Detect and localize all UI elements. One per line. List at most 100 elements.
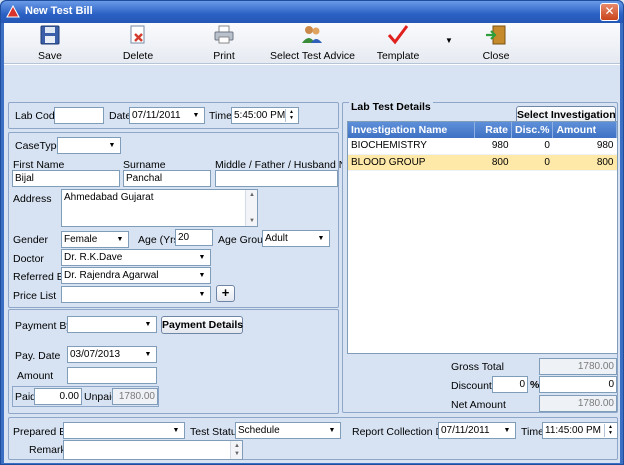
paid-unpaid-group: Paid 0.00 Unpaid 1780.00: [12, 386, 159, 407]
address-scrollbar[interactable]: ▲ ▼: [245, 190, 257, 226]
report-collection-date-value: 07/11/2011: [441, 425, 490, 436]
form-area: Lab Code Date 07/11/2011 ▼ Time 5:45:00 …: [4, 65, 620, 463]
column-header-amount[interactable]: Amount: [552, 122, 617, 138]
users-icon: [302, 26, 322, 43]
template-dropdown-icon[interactable]: ▼: [445, 36, 453, 45]
discount-percent-input[interactable]: 0: [492, 376, 528, 393]
close-window-button[interactable]: ✕: [600, 3, 619, 21]
doctor-select[interactable]: Dr. R.K.Dave ▼: [61, 249, 211, 266]
chevron-down-icon[interactable]: ▼: [195, 288, 209, 301]
investigation-name-cell: BIOCHEMISTRY: [348, 138, 475, 155]
footer-panel: Prepared By ▼ Test Status Schedule ▼ Rep…: [8, 417, 618, 460]
print-label: Print: [213, 50, 235, 62]
address-input[interactable]: Ahmedabad Gujarat ▲ ▼: [61, 189, 258, 227]
add-price-list-button[interactable]: +: [216, 285, 235, 302]
date-picker[interactable]: 07/11/2011 ▼: [129, 107, 205, 124]
chevron-down-icon[interactable]: ▼: [500, 424, 514, 437]
referred-by-value: Dr. Rajendra Agarwal: [64, 270, 159, 281]
exit-door-icon: [486, 25, 506, 45]
amount-cell: 980: [552, 138, 617, 155]
document-delete-icon: [130, 25, 145, 44]
gross-total-label: Gross Total: [451, 361, 504, 373]
template-button[interactable]: Template: [374, 24, 422, 64]
report-time-label: Time: [521, 426, 544, 438]
lab-code-input[interactable]: [54, 107, 104, 124]
select-test-advice-button[interactable]: Select Test Advice: [270, 24, 355, 64]
remark-scrollbar[interactable]: ▲ ▼: [230, 441, 242, 459]
column-header-rate[interactable]: Rate: [474, 122, 513, 138]
chevron-down-icon[interactable]: ▼: [141, 348, 155, 361]
column-header-disc[interactable]: Disc.%: [511, 122, 554, 138]
remark-label: Remark: [29, 444, 66, 456]
window-title: New Test Bill: [25, 5, 93, 17]
disc-cell: 0: [511, 138, 553, 155]
test-status-value: Schedule: [238, 425, 280, 436]
save-button[interactable]: Save: [32, 24, 68, 64]
net-amount-value: 1780.00: [539, 395, 617, 412]
column-header-investigation[interactable]: Investigation Name: [348, 122, 475, 138]
title-bar[interactable]: New Test Bill ✕: [1, 1, 623, 23]
amount-input[interactable]: [67, 367, 157, 384]
discount-label: Discount: [451, 380, 492, 392]
table-row[interactable]: BLOOD GROUP 800 0 800: [348, 154, 617, 171]
chevron-down-icon[interactable]: ▼: [325, 424, 339, 437]
test-status-select[interactable]: Schedule ▼: [235, 422, 341, 439]
payment-by-select[interactable]: ▼: [67, 316, 157, 333]
disc-cell: 0: [511, 154, 553, 171]
remark-input[interactable]: ▲ ▼: [63, 440, 243, 460]
chevron-down-icon[interactable]: ▼: [113, 233, 127, 246]
gross-total-value: 1780.00: [539, 358, 617, 375]
gender-value: Female: [64, 234, 98, 245]
payment-panel: Payment By ▼ Payment Details Pay. Date 0…: [8, 309, 339, 414]
casetype-select[interactable]: ▼: [57, 137, 121, 154]
chevron-down-icon[interactable]: ▼: [195, 269, 209, 282]
age-input[interactable]: 20: [175, 229, 213, 246]
spinner-icon[interactable]: ▲ ▼: [285, 109, 297, 122]
price-list-select[interactable]: ▼: [61, 286, 211, 303]
close-label: Close: [482, 50, 510, 62]
patient-panel: CaseType ▼ First Name Bijal Surname Panc…: [8, 132, 367, 308]
pay-date-value: 03/07/2013: [70, 349, 121, 360]
investigation-name-cell: BLOOD GROUP: [348, 154, 475, 171]
chevron-down-icon[interactable]: ▼: [105, 139, 119, 152]
surname-input[interactable]: Panchal: [123, 170, 211, 187]
amount-cell: 800: [552, 154, 617, 171]
paid-input[interactable]: 0.00: [34, 388, 82, 405]
save-label: Save: [38, 50, 62, 62]
time-value: 5:45:00 PM: [234, 110, 286, 121]
gender-select[interactable]: Female ▼: [61, 231, 129, 248]
chevron-down-icon[interactable]: ▼: [195, 251, 209, 264]
report-time-input[interactable]: 11:45:00 PM ▲ ▼: [542, 422, 618, 439]
chevron-down-icon[interactable]: ▼: [314, 232, 328, 245]
age-group-value: Adult: [265, 233, 288, 244]
chevron-down-icon[interactable]: ▼: [141, 318, 155, 331]
chevron-down-icon[interactable]: ▼: [169, 424, 183, 437]
print-button[interactable]: Print: [204, 24, 244, 64]
payment-by-label: Payment By: [15, 320, 72, 332]
lab-code-panel: Lab Code Date 07/11/2011 ▼ Time 5:45:00 …: [8, 102, 339, 129]
prepared-by-select[interactable]: ▼: [63, 422, 185, 439]
time-input[interactable]: 5:45:00 PM ▲ ▼: [231, 107, 299, 124]
client-area: Save Delete Print Select Test Advice Tem…: [4, 23, 620, 463]
casetype-label: CaseType: [15, 140, 63, 152]
chevron-down-icon[interactable]: ▼: [189, 109, 203, 122]
report-collection-date-picker[interactable]: 07/11/2011 ▼: [438, 422, 516, 439]
table-row[interactable]: BIOCHEMISTRY 980 0 980: [348, 138, 617, 155]
referred-by-select[interactable]: Dr. Rajendra Agarwal ▼: [61, 267, 211, 284]
address-value: Ahmedabad Gujarat: [64, 192, 154, 203]
date-label: Date: [109, 110, 132, 122]
percent-symbol: %: [530, 379, 540, 391]
discount-amount-input[interactable]: 0: [539, 376, 617, 393]
age-group-select[interactable]: Adult ▼: [262, 230, 330, 247]
address-label: Address: [13, 193, 52, 205]
payment-details-button[interactable]: Payment Details: [161, 316, 243, 334]
spinner-icon[interactable]: ▲ ▼: [604, 424, 616, 437]
delete-button[interactable]: Delete: [118, 24, 158, 64]
floppy-disk-icon: [40, 25, 60, 45]
investigation-grid[interactable]: Investigation Name Rate Disc.% Amount BI…: [347, 121, 618, 354]
first-name-input[interactable]: Bijal: [12, 170, 120, 187]
close-button[interactable]: Close: [478, 24, 514, 64]
pay-date-picker[interactable]: 03/07/2013 ▼: [67, 346, 157, 363]
pay-date-label: Pay. Date: [15, 350, 61, 362]
middle-name-input[interactable]: [215, 170, 338, 187]
